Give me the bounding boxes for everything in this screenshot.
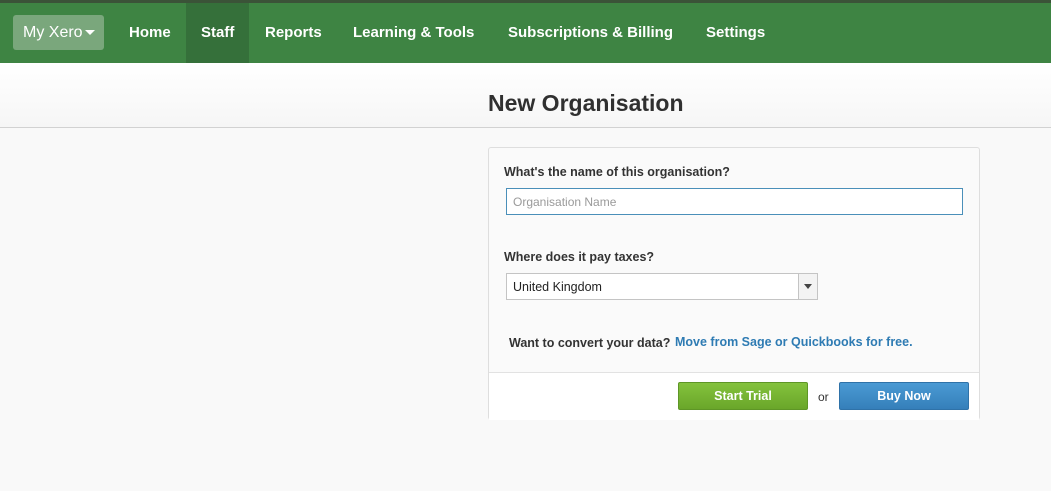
my-xero-menu-button[interactable]: My Xero	[13, 15, 104, 50]
or-separator: or	[818, 390, 829, 404]
tax-country-value: United Kingdom	[513, 280, 602, 294]
nav-item-learning-tools[interactable]: Learning & Tools	[338, 3, 489, 63]
new-organisation-form: What's the name of this organisation? Wh…	[488, 147, 980, 420]
nav-item-staff[interactable]: Staff	[186, 3, 250, 63]
tax-country-select[interactable]: United Kingdom	[506, 273, 818, 300]
organisation-name-input[interactable]	[506, 188, 963, 215]
organisation-name-label: What's the name of this organisation?	[504, 165, 730, 179]
form-footer: Start Trial or Buy Now	[489, 372, 979, 420]
buy-now-button[interactable]: Buy Now	[839, 382, 969, 410]
nav-item-reports[interactable]: Reports	[250, 3, 337, 63]
page-header: New Organisation	[0, 63, 1051, 128]
tax-country-label: Where does it pay taxes?	[504, 250, 655, 264]
dropdown-arrow-button[interactable]	[798, 274, 817, 299]
my-xero-label: My Xero	[23, 24, 83, 41]
nav-item-home[interactable]: Home	[114, 3, 186, 63]
chevron-down-icon	[85, 30, 95, 35]
convert-data-label: Want to convert your data?	[509, 336, 671, 350]
page-title: New Organisation	[488, 90, 684, 116]
start-trial-button[interactable]: Start Trial	[678, 382, 808, 410]
nav-item-subscriptions-billing[interactable]: Subscriptions & Billing	[493, 3, 688, 63]
convert-data-link[interactable]: Move from Sage or Quickbooks for free.	[675, 335, 913, 349]
chevron-down-icon	[804, 284, 812, 289]
top-navigation-bar: My Xero Home Staff Reports Learning & To…	[0, 3, 1051, 63]
nav-item-settings[interactable]: Settings	[691, 3, 780, 63]
